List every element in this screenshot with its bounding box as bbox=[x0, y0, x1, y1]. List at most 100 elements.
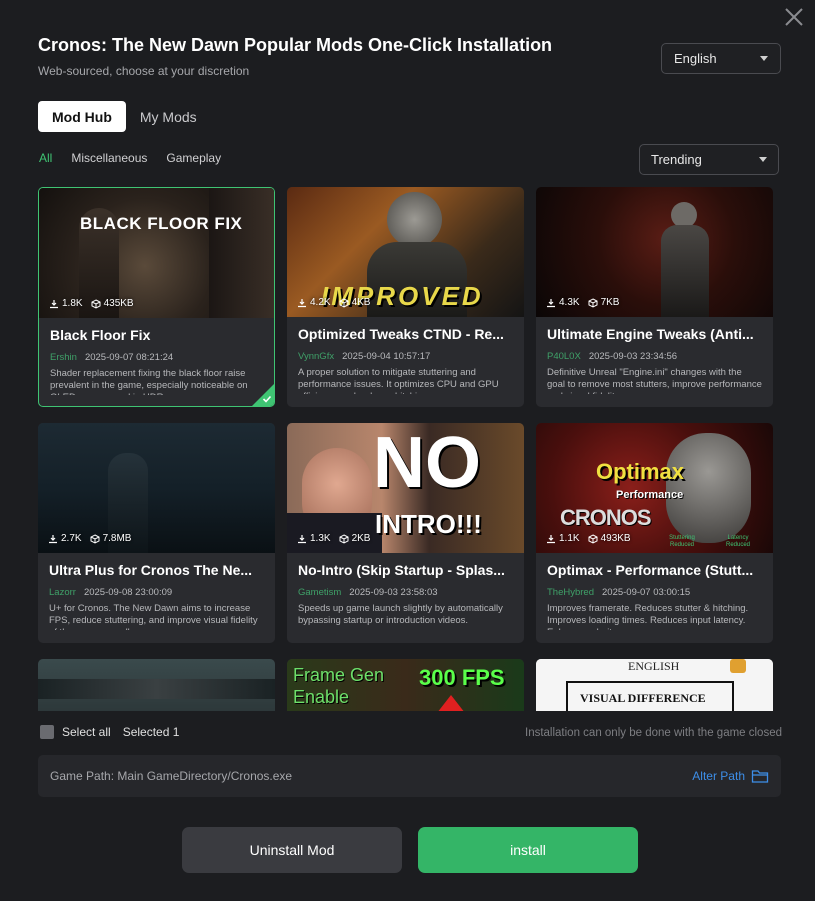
download-count: 2.7K bbox=[61, 533, 82, 544]
thumbnail-overlay-caption: Latency Reduced bbox=[725, 535, 751, 548]
file-size: 493KB bbox=[600, 533, 631, 544]
mod-author[interactable]: TheHybred bbox=[547, 587, 594, 598]
alter-path-button[interactable]: Alter Path bbox=[692, 768, 769, 784]
mod-description: Definitive Unreal "Engine.ini" changes w… bbox=[547, 367, 762, 394]
mod-card-black-floor-fix[interactable]: BLACK FLOOR FIX 1.8K 435KB Black Floor F… bbox=[38, 187, 275, 407]
download-count: 1.8K bbox=[62, 298, 83, 309]
mod-description: U+ for Cronos. The New Dawn aims to incr… bbox=[49, 603, 258, 630]
mod-author[interactable]: Lazorr bbox=[49, 587, 76, 598]
mod-date: 2025-09-07 08:21:24 bbox=[84, 352, 174, 363]
category-gameplay[interactable]: Gameplay bbox=[166, 151, 221, 165]
mod-stats: 1.1K 493KB bbox=[546, 533, 631, 544]
thumbnail-overlay-text: BLACK FLOOR FIX bbox=[80, 214, 243, 233]
mod-meta: VynnGfx 2025-09-04 10:57:17 bbox=[298, 351, 430, 362]
main-tabs: Mod Hub My Mods bbox=[38, 101, 211, 132]
page-subtitle: Web-sourced, choose at your discretion bbox=[38, 64, 250, 78]
thumbnail-overlay-logo: CRONOS bbox=[560, 505, 652, 530]
download-count: 1.1K bbox=[559, 533, 580, 544]
package-icon bbox=[90, 533, 100, 544]
package-icon bbox=[588, 297, 598, 308]
mod-description: A proper solution to mitigate stuttering… bbox=[298, 367, 499, 394]
category-all[interactable]: All bbox=[39, 151, 52, 165]
mod-date: 2025-09-03 23:58:03 bbox=[349, 587, 438, 598]
mod-author[interactable]: Gametism bbox=[298, 587, 341, 598]
game-path-bar: Game Path: Main GameDirectory/Cronos.exe… bbox=[38, 755, 781, 797]
mod-title: Optimax - Performance (Stutt... bbox=[547, 562, 754, 578]
thumbnail-overlay-text: Optimax bbox=[596, 459, 685, 484]
mod-meta: Gametism 2025-09-03 23:58:03 bbox=[298, 587, 438, 598]
mod-card-9[interactable]: ENGLISH VISUAL DIFFERENCE bbox=[536, 659, 773, 711]
mod-thumbnail: Frame Gen Enable 300 FPS bbox=[287, 659, 524, 711]
download-icon bbox=[298, 534, 306, 543]
language-select[interactable]: English bbox=[661, 43, 781, 74]
mod-stats: 2.7K 7.8MB bbox=[48, 533, 131, 544]
thumbnail-overlay-subtext: Performance bbox=[616, 489, 684, 501]
thumbnail-overlay-caption: Stuttering Reduced bbox=[669, 535, 695, 548]
download-icon bbox=[547, 534, 555, 543]
game-path: Game Path: Main GameDirectory/Cronos.exe bbox=[50, 769, 293, 783]
mod-meta: P40L0X 2025-09-03 23:34:56 bbox=[547, 351, 677, 362]
mod-grid: BLACK FLOOR FIX 1.8K 435KB Black Floor F… bbox=[38, 187, 774, 711]
mod-date: 2025-09-04 10:57:17 bbox=[342, 351, 431, 362]
uninstall-button[interactable]: Uninstall Mod bbox=[182, 827, 402, 873]
mod-author[interactable]: P40L0X bbox=[547, 351, 581, 362]
mod-thumbnail: ENGLISH VISUAL DIFFERENCE bbox=[536, 659, 773, 711]
mod-stats: 1.8K 435KB bbox=[49, 298, 134, 309]
close-button[interactable] bbox=[783, 6, 805, 28]
mod-card-ultimate-engine-tweaks[interactable]: 4.3K 7KB Ultimate Engine Tweaks (Anti...… bbox=[536, 187, 773, 407]
download-icon bbox=[50, 299, 58, 308]
select-all: Select all Selected 1 bbox=[40, 725, 179, 739]
mod-title: Ultimate Engine Tweaks (Anti... bbox=[547, 326, 754, 342]
mod-description: Shader replacement fixing the black floo… bbox=[50, 368, 248, 395]
mod-card-7[interactable] bbox=[38, 659, 275, 711]
category-miscellaneous[interactable]: Miscellaneous bbox=[71, 151, 147, 165]
thumbnail-overlay-fps: 300 FPS bbox=[419, 665, 505, 690]
mod-stats: 4.3K 7KB bbox=[546, 297, 619, 308]
install-note: Installation can only be done with the g… bbox=[525, 727, 782, 739]
thumbnail-overlay-subtext: Enable bbox=[293, 687, 350, 707]
download-count: 1.3K bbox=[310, 533, 331, 544]
file-size: 4KB bbox=[351, 297, 371, 308]
sort-select[interactable]: Trending bbox=[639, 144, 779, 175]
package-icon bbox=[588, 533, 598, 544]
check-icon bbox=[262, 395, 272, 403]
thumbnail-overlay-text: Frame Gen bbox=[293, 665, 385, 685]
file-size: 2KB bbox=[351, 533, 371, 544]
download-count: 4.2K bbox=[310, 297, 331, 308]
select-all-checkbox[interactable] bbox=[40, 725, 54, 739]
download-icon bbox=[298, 298, 306, 307]
thumbnail-overlay-subtext: INTRO!!! bbox=[375, 509, 482, 539]
mod-author[interactable]: VynnGfx bbox=[298, 351, 334, 362]
tab-mod-hub[interactable]: Mod Hub bbox=[38, 101, 126, 132]
mod-date: 2025-09-07 03:00:15 bbox=[602, 587, 691, 598]
mod-date: 2025-09-08 23:00:09 bbox=[83, 587, 173, 598]
mod-meta: Lazorr 2025-09-08 23:00:09 bbox=[49, 587, 172, 598]
mod-stats: 4.2K 4KB bbox=[297, 297, 370, 308]
mod-card-no-intro[interactable]: NO INTRO!!! 1.3K 2KB No-Intro (Skip Star… bbox=[287, 423, 524, 643]
download-count: 4.3K bbox=[559, 297, 580, 308]
file-size: 7.8MB bbox=[102, 533, 132, 544]
install-button[interactable]: install bbox=[418, 827, 638, 873]
close-icon bbox=[785, 8, 803, 26]
mod-description: Speeds up game launch slightly by automa… bbox=[298, 603, 503, 626]
page-title: Cronos: The New Dawn Popular Mods One-Cl… bbox=[38, 35, 553, 55]
select-all-label[interactable]: Select all bbox=[62, 725, 111, 739]
mod-description: Improves framerate. Reduces stutter & hi… bbox=[547, 603, 749, 630]
category-filter: All Miscellaneous Gameplay bbox=[39, 151, 221, 165]
chevron-down-icon bbox=[759, 157, 767, 162]
mod-author[interactable]: Ershin bbox=[50, 352, 77, 363]
mod-card-8[interactable]: Frame Gen Enable 300 FPS bbox=[287, 659, 524, 711]
package-icon bbox=[339, 533, 349, 544]
package-icon bbox=[91, 298, 101, 309]
tab-my-mods[interactable]: My Mods bbox=[126, 101, 211, 132]
mod-meta: Ershin 2025-09-07 08:21:24 bbox=[50, 352, 173, 363]
package-icon bbox=[339, 297, 349, 308]
mod-meta: TheHybred 2025-09-07 03:00:15 bbox=[547, 587, 690, 598]
mod-card-ultra-plus[interactable]: 2.7K 7.8MB Ultra Plus for Cronos The Ne.… bbox=[38, 423, 275, 643]
mod-title: No-Intro (Skip Startup - Splas... bbox=[298, 562, 505, 578]
mod-card-optimax[interactable]: Optimax Performance CRONOS Stuttering Re… bbox=[536, 423, 773, 643]
mod-card-optimized-tweaks[interactable]: IMPROVED 4.2K 4KB Optimized Tweaks CTND … bbox=[287, 187, 524, 407]
mod-title: Ultra Plus for Cronos The Ne... bbox=[49, 562, 253, 578]
selected-count: Selected 1 bbox=[122, 725, 180, 739]
mod-stats: 1.3K 2KB bbox=[297, 533, 370, 544]
